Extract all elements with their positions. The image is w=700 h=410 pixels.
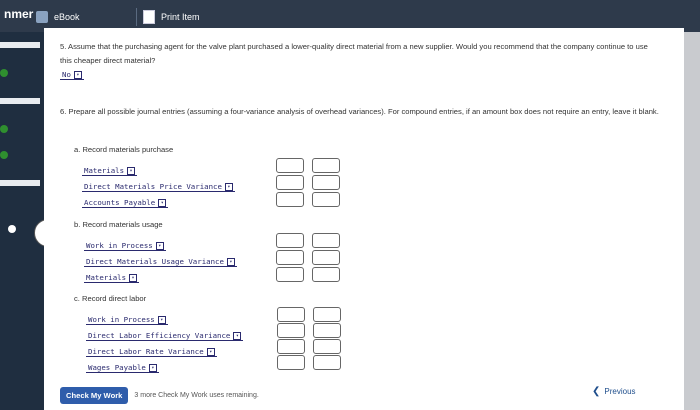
question-progress-item[interactable] [0,124,40,134]
answer-value: No [62,70,71,79]
question-progress-item[interactable] [0,178,40,188]
chevron-down-icon: ▾ [73,70,82,79]
credit-amount-input[interactable] [313,339,341,354]
question-progress-item[interactable] [0,40,40,50]
account-value: Direct Labor Rate Variance [88,347,204,356]
tab-print-item[interactable]: Print Item [136,8,243,26]
account-value: Work in Process [88,315,155,324]
account-value: Direct Materials Usage Variance [86,257,224,266]
check-remaining-text: 3 more Check My Work uses remaining. [134,392,259,399]
account-value: Direct Materials Price Variance [84,182,222,191]
completed-dot [0,151,8,159]
account-select[interactable]: Wages Payable ▾ [86,357,159,375]
debit-amount-input[interactable] [276,175,304,190]
print-icon [143,10,155,24]
debit-amount-input[interactable] [276,267,304,282]
debit-amount-input[interactable] [277,307,305,322]
section-a-label: a. Record materials purchase [74,145,174,154]
section-c-label: c. Record direct labor [74,294,147,303]
chevron-down-icon: ▾ [206,347,215,356]
chevron-left-icon: ❮ [592,386,601,397]
app-title: nmer [4,7,34,21]
question-progress-item[interactable] [0,68,40,78]
completed-dot [0,69,8,77]
account-select[interactable]: Materials ▾ [84,267,140,285]
progress-bar [0,42,40,48]
chevron-down-icon: ▾ [155,241,164,250]
account-value: Wages Payable [88,363,146,372]
account-value: Direct Labor Efficiency Variance [88,331,231,340]
credit-amount-input[interactable] [312,250,340,265]
question-panel: 5. Assume that the purchasing agent for … [44,28,684,410]
chevron-down-icon: ▾ [158,198,167,207]
account-value: Work in Process [86,241,153,250]
question-progress-item[interactable] [0,150,40,160]
debit-amount-input[interactable] [276,233,304,248]
progress-bar [0,180,40,186]
account-value: Materials [84,166,125,175]
credit-amount-input[interactable] [312,192,340,207]
section-b-label: b. Record materials usage [74,220,163,229]
credit-amount-input[interactable] [312,233,340,248]
chevron-down-icon: ▾ [233,331,242,340]
account-select[interactable]: Accounts Payable ▾ [82,192,169,210]
credit-amount-input[interactable] [313,307,341,322]
chevron-down-icon: ▾ [129,273,138,282]
tab-print-label: Print Item [161,12,200,22]
credit-amount-input[interactable] [313,323,341,338]
chevron-down-icon: ▾ [224,182,233,191]
book-icon [36,11,48,23]
answer-dropdown[interactable]: No ▾ [60,70,84,80]
tab-ebook[interactable]: eBook [36,8,136,26]
credit-amount-input[interactable] [313,355,341,370]
account-value: Materials [86,273,127,282]
completed-dot [0,125,8,133]
debit-amount-input[interactable] [277,339,305,354]
tab-ebook-label: eBook [54,12,80,22]
debit-amount-input[interactable] [276,250,304,265]
chevron-down-icon: ▾ [127,166,136,175]
question-navigation-sidebar [0,32,44,410]
credit-amount-input[interactable] [312,158,340,173]
debit-amount-input[interactable] [276,192,304,207]
progress-bar [0,98,40,104]
check-my-work-button[interactable]: Check My Work [60,387,129,404]
question-6-text: 6. Prepare all possible journal entries … [60,107,659,116]
question-5-text: 5. Assume that the purchasing agent for … [60,42,648,65]
chevron-down-icon: ▾ [157,315,166,324]
credit-amount-input[interactable] [312,175,340,190]
debit-amount-input[interactable] [276,158,304,173]
chevron-down-icon: ▾ [226,257,235,266]
current-dot [8,225,16,233]
credit-amount-input[interactable] [312,267,340,282]
debit-amount-input[interactable] [277,323,305,338]
account-value: Accounts Payable [84,198,156,207]
previous-button[interactable]: ❮ Previous [592,386,636,397]
footer: Check My Work 3 more Check My Work uses … [60,387,259,404]
previous-label: Previous [604,387,636,396]
debit-amount-input[interactable] [277,355,305,370]
chevron-down-icon: ▾ [148,363,157,372]
question-progress-item[interactable] [0,96,40,106]
